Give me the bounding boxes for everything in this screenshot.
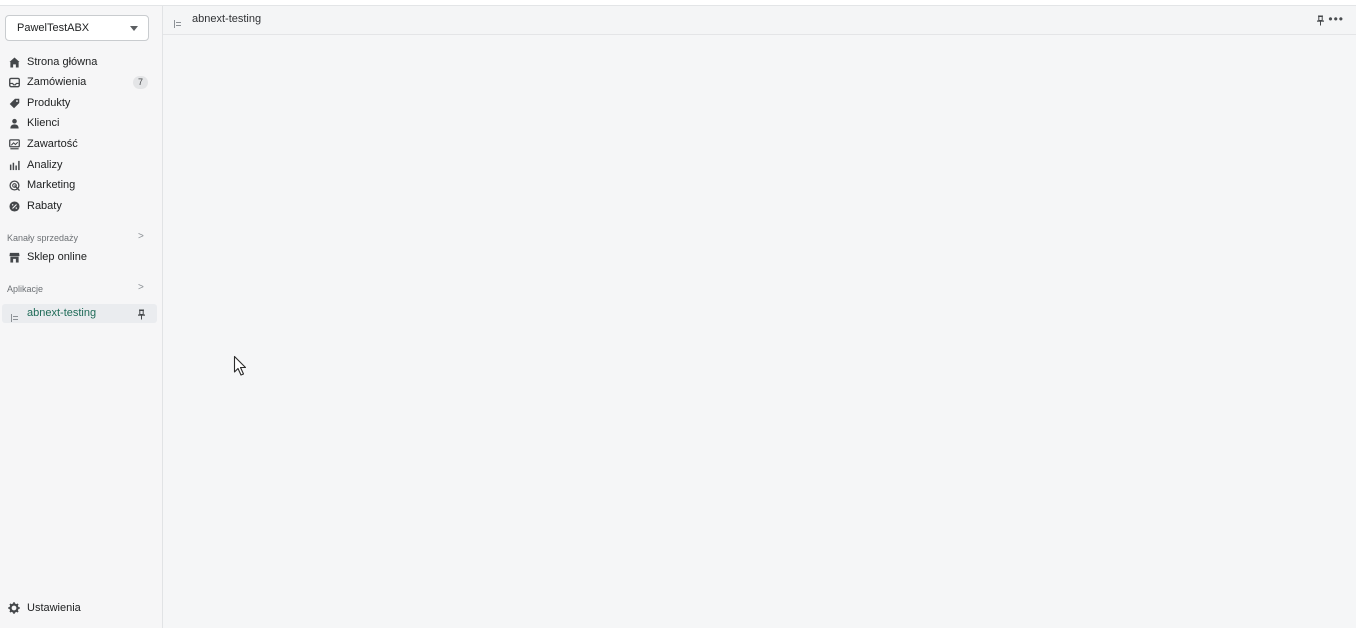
nav-item-orders[interactable]: Zamówienia 7	[0, 72, 158, 92]
nav-label: Produkty	[27, 97, 71, 109]
sidebar: PawelTestABX Strona główna Zamówienia 7 …	[0, 6, 163, 628]
nav-label: Sklep online	[27, 251, 87, 263]
apps-chevron-icon[interactable]: >	[138, 282, 144, 293]
app-icon	[11, 309, 18, 327]
home-icon	[8, 56, 20, 68]
app-header: abnext-testing •••	[163, 6, 1356, 35]
nav-label: Ustawienia	[27, 602, 81, 614]
nav-item-home[interactable]: Strona główna	[0, 52, 158, 72]
apps-heading: Aplikacje	[7, 284, 44, 294]
more-actions-button[interactable]: •••	[1328, 12, 1344, 26]
nav-item-abnext-testing[interactable]: abnext-testing	[2, 304, 157, 323]
mouse-cursor-icon	[233, 355, 249, 382]
app-icon	[174, 15, 181, 33]
gear-icon	[8, 602, 20, 614]
nav-label: Analizy	[27, 159, 63, 171]
nav-label: Klienci	[27, 117, 60, 129]
nav-item-content[interactable]: Zawartość	[0, 134, 158, 154]
nav-item-marketing[interactable]: Marketing	[0, 175, 158, 195]
analytics-icon	[8, 159, 20, 171]
store-selector[interactable]: PawelTestABX	[5, 15, 149, 41]
nav-item-products[interactable]: Produkty	[0, 93, 158, 113]
page-title: abnext-testing	[192, 13, 262, 25]
discount-icon	[8, 200, 20, 212]
sales-channels-chevron-icon[interactable]: >	[138, 231, 144, 242]
nav-label: abnext-testing	[27, 307, 97, 319]
nav-item-discounts[interactable]: Rabaty	[0, 196, 158, 216]
sales-channels-heading: Kanały sprzedaży	[7, 233, 79, 243]
pin-icon[interactable]	[1316, 13, 1325, 31]
nav-label: Strona główna	[27, 56, 98, 68]
person-icon	[8, 117, 20, 129]
orders-count-badge: 7	[133, 76, 148, 89]
nav-label: Rabaty	[27, 200, 62, 212]
nav-label: Zamówienia	[27, 76, 87, 88]
nav-label: Marketing	[27, 179, 76, 191]
inbox-icon	[8, 76, 20, 88]
nav-item-online-store[interactable]: Sklep online	[0, 247, 158, 267]
content-icon	[8, 138, 20, 150]
caret-down-icon	[130, 26, 138, 31]
pin-icon[interactable]	[137, 307, 146, 325]
app-content-area	[163, 35, 1356, 628]
nav-label: Zawartość	[27, 138, 78, 150]
nav-item-analytics[interactable]: Analizy	[0, 155, 158, 175]
nav-item-customers[interactable]: Klienci	[0, 113, 158, 133]
nav-item-settings[interactable]: Ustawienia	[0, 598, 158, 618]
tag-icon	[8, 97, 20, 109]
marketing-icon	[8, 179, 20, 191]
store-name: PawelTestABX	[17, 22, 90, 34]
store-icon	[8, 251, 20, 263]
